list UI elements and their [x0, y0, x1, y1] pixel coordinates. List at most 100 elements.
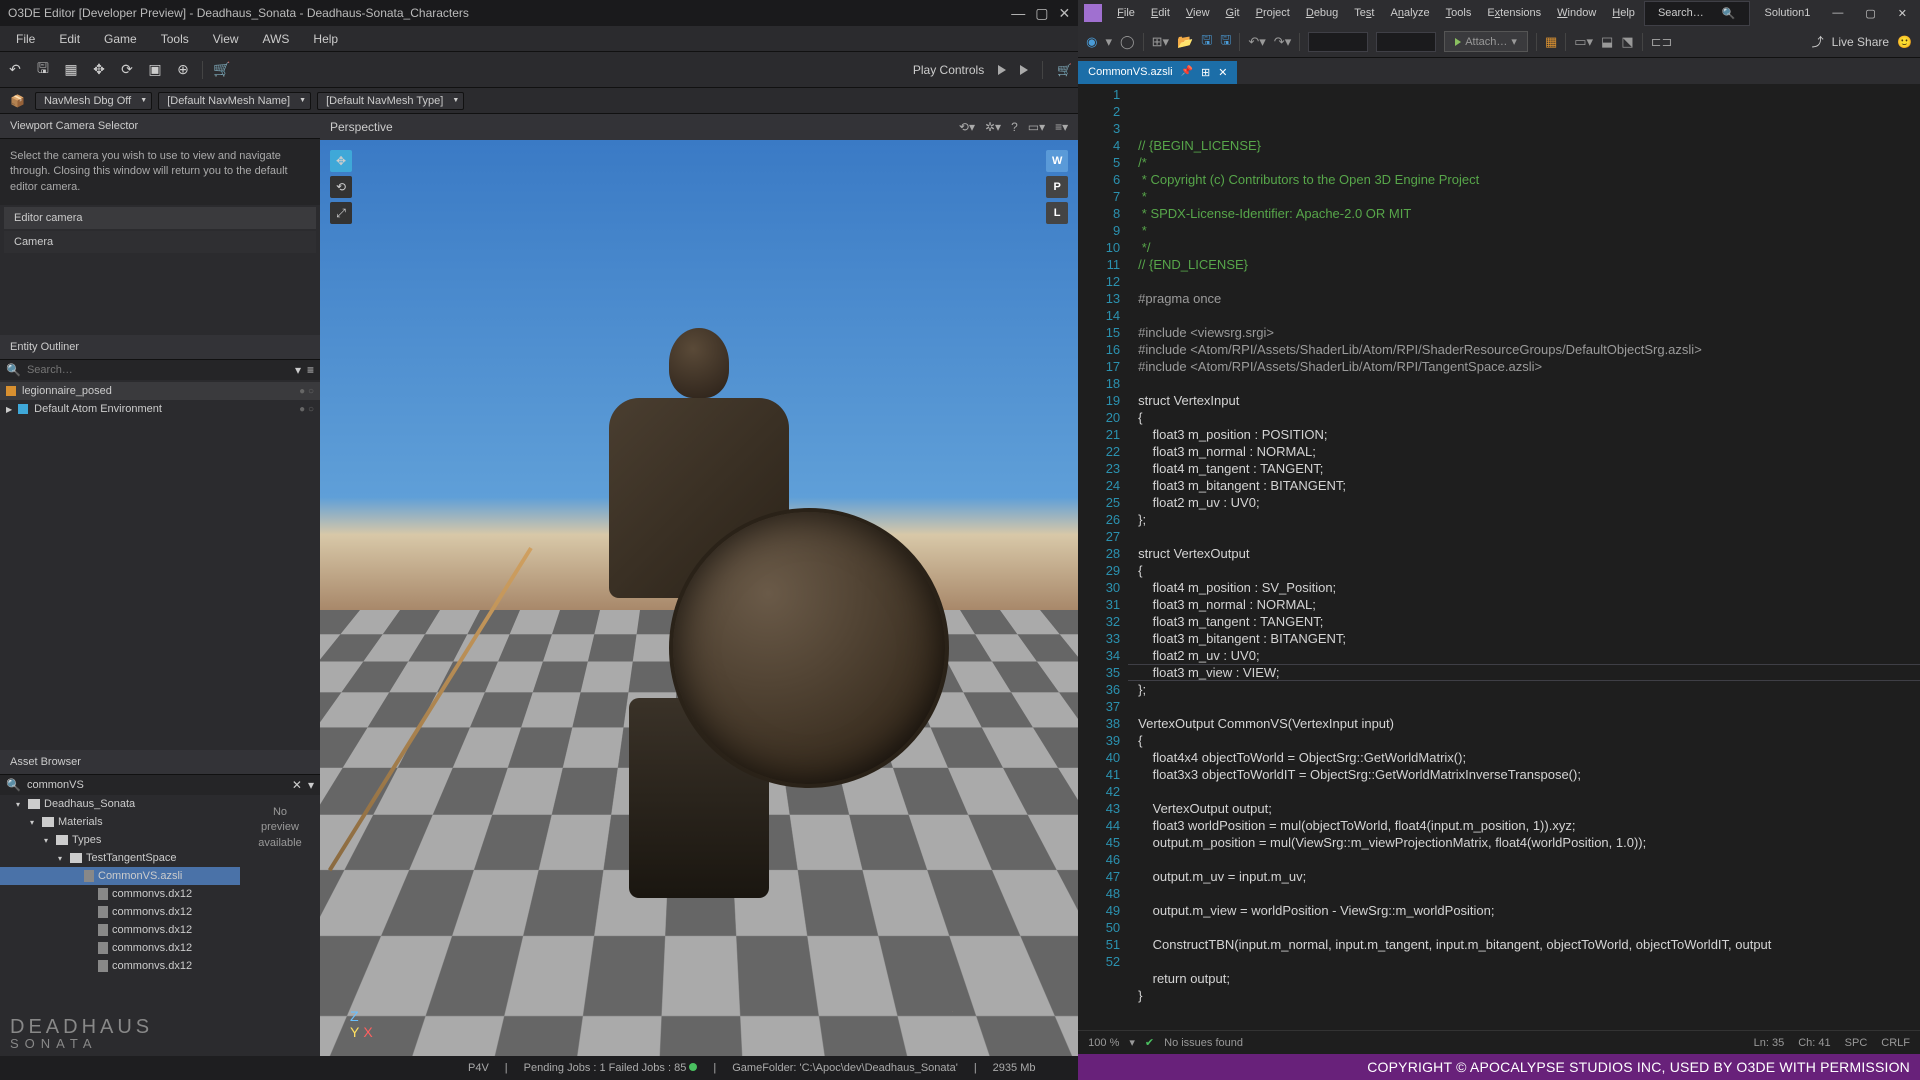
- asset-search-input[interactable]: [27, 779, 286, 791]
- select-icon[interactable]: ▦: [62, 61, 80, 79]
- vs-search[interactable]: Search…🔍: [1644, 1, 1750, 26]
- vs-menu-project[interactable]: Project: [1249, 4, 1297, 22]
- vs-menu-debug[interactable]: Debug: [1299, 4, 1345, 22]
- move-icon[interactable]: ✥: [90, 61, 108, 79]
- asset-tree-row[interactable]: commonvs.dx12: [0, 921, 240, 939]
- vs-editor[interactable]: 1234567891011121314151617181920212223242…: [1078, 84, 1920, 1030]
- camera-icon[interactable]: ⟲▾: [959, 120, 975, 134]
- scale-toggle[interactable]: ⤢: [330, 202, 352, 224]
- camera-selector-tab[interactable]: Viewport Camera Selector: [0, 114, 320, 139]
- camera-item-editor[interactable]: Editor camera: [4, 207, 316, 229]
- menu-aws[interactable]: AWS: [253, 28, 300, 50]
- play-next-button[interactable]: [1020, 65, 1028, 75]
- vs-menu-edit[interactable]: Edit: [1144, 4, 1177, 22]
- asset-tree-row[interactable]: commonvs.dx12: [0, 903, 240, 921]
- attach-button[interactable]: Attach…▾: [1444, 31, 1528, 52]
- tb-icon2[interactable]: ▭▾: [1574, 34, 1593, 50]
- tb-icon3[interactable]: ⬓: [1601, 34, 1613, 50]
- vs-menu-extensions[interactable]: Extensions: [1480, 4, 1548, 22]
- vs-minimize-icon[interactable]: —: [1825, 4, 1850, 23]
- platform-dropdown[interactable]: [1376, 32, 1436, 52]
- tb-icon4[interactable]: ⬔: [1621, 34, 1633, 50]
- asset-tree-row[interactable]: commonvs.dx12: [0, 939, 240, 957]
- menu-view[interactable]: View: [203, 28, 249, 50]
- vs-menu-view[interactable]: View: [1179, 4, 1217, 22]
- vs-close-icon[interactable]: ✕: [1891, 4, 1914, 23]
- play-button[interactable]: [998, 65, 1006, 75]
- config-dropdown[interactable]: [1308, 32, 1368, 52]
- vs-menu-file[interactable]: File: [1110, 4, 1142, 22]
- outliner-item-legionnaire[interactable]: legionnaire_posed ● ○: [0, 382, 320, 400]
- menu-edit[interactable]: Edit: [49, 28, 90, 50]
- menu-file[interactable]: File: [6, 28, 45, 50]
- close-icon[interactable]: ✕: [1058, 5, 1070, 22]
- solution-label[interactable]: Solution1: [1758, 4, 1818, 22]
- live-share-label[interactable]: Live Share: [1832, 35, 1889, 49]
- tab-extra-icon[interactable]: ⊞: [1201, 66, 1210, 79]
- filter-icon[interactable]: ▾: [308, 778, 314, 792]
- file-tab[interactable]: CommonVS.azsli 📌 ⊞ ✕: [1078, 61, 1237, 84]
- help-icon[interactable]: ?: [1011, 120, 1018, 134]
- zoom-label[interactable]: 100 %: [1088, 1037, 1119, 1049]
- rotate-icon[interactable]: ⟳: [118, 61, 136, 79]
- undo-icon[interactable]: ↶▾: [1248, 34, 1265, 50]
- outliner-search-input[interactable]: [27, 364, 289, 376]
- rotate-toggle[interactable]: ⟲: [330, 176, 352, 198]
- tb-icon1[interactable]: ▦: [1545, 34, 1557, 50]
- outliner-item-environment[interactable]: ▶ Default Atom Environment ● ○: [0, 400, 320, 418]
- asset-tree-row[interactable]: ▾TestTangentSpace: [0, 849, 240, 867]
- live-share-icon[interactable]: ⤴: [1812, 33, 1824, 50]
- globe-icon[interactable]: ⊕: [174, 61, 192, 79]
- vs-menu-help[interactable]: Help: [1605, 4, 1642, 22]
- clear-icon[interactable]: ✕: [292, 778, 302, 792]
- asset-browser-tab[interactable]: Asset Browser: [0, 750, 320, 775]
- viewport-canvas[interactable]: ✥ ⟲ ⤢ W P L Z YX: [320, 140, 1078, 1080]
- axis-l-button[interactable]: L: [1046, 202, 1068, 224]
- visibility-icon[interactable]: ● ○: [299, 404, 314, 415]
- display-icon[interactable]: ▭▾: [1028, 120, 1045, 134]
- feedback-icon[interactable]: 🙂: [1897, 35, 1912, 49]
- vs-maximize-icon[interactable]: ▢: [1858, 4, 1882, 23]
- tb-icon5[interactable]: ⊏⊐: [1651, 34, 1673, 50]
- new-icon[interactable]: ⊞▾: [1152, 34, 1169, 50]
- asset-tree-row[interactable]: ▾Deadhaus_Sonata: [0, 795, 240, 813]
- snap-toggle[interactable]: ✥: [330, 150, 352, 172]
- asset-tree-row[interactable]: ▾Materials: [0, 813, 240, 831]
- open-icon[interactable]: 📂: [1177, 34, 1193, 50]
- cart-icon[interactable]: 🛒: [213, 61, 231, 79]
- pin-icon[interactable]: 📌: [1181, 66, 1193, 79]
- redo-icon[interactable]: ↷▾: [1274, 34, 1291, 50]
- filter-icon[interactable]: ▾: [295, 363, 301, 377]
- save-all-icon[interactable]: 🖫: [1220, 31, 1231, 53]
- navmesh-type-dropdown[interactable]: [Default NavMesh Type]: [317, 92, 464, 110]
- vs-menu-window[interactable]: Window: [1550, 4, 1603, 22]
- gear-icon[interactable]: ✲▾: [985, 120, 1001, 134]
- sort-icon[interactable]: ≡: [307, 363, 314, 377]
- vs-menu-tools[interactable]: Tools: [1439, 4, 1479, 22]
- menu-help[interactable]: Help: [303, 28, 348, 50]
- maximize-icon[interactable]: ▢: [1035, 5, 1048, 22]
- menu-icon[interactable]: ≡▾: [1055, 120, 1068, 134]
- navmesh-dbg-dropdown[interactable]: NavMesh Dbg Off: [35, 92, 152, 110]
- scale-icon[interactable]: ▣: [146, 61, 164, 79]
- asset-tree-row[interactable]: commonvs.dx12: [0, 957, 240, 975]
- nav-back-icon[interactable]: ◉: [1086, 34, 1097, 50]
- camera-item-camera[interactable]: Camera: [4, 231, 316, 253]
- menu-game[interactable]: Game: [94, 28, 147, 50]
- save-icon[interactable]: 🖫: [1201, 31, 1212, 53]
- save-icon[interactable]: 🖫: [34, 61, 52, 79]
- minimize-icon[interactable]: —: [1011, 5, 1025, 22]
- asset-tree-row[interactable]: ▾Types: [0, 831, 240, 849]
- nav-fwd-icon[interactable]: ◯: [1120, 34, 1135, 50]
- tab-close-icon[interactable]: ✕: [1218, 66, 1227, 79]
- menu-tools[interactable]: Tools: [151, 28, 199, 50]
- vs-menu-git[interactable]: Git: [1219, 4, 1247, 22]
- dropdown-icon[interactable]: 📦: [6, 94, 29, 108]
- vs-menu-test[interactable]: Test: [1347, 4, 1381, 22]
- undo-icon[interactable]: ↶: [6, 61, 24, 79]
- cart2-icon[interactable]: 🛒: [1057, 63, 1072, 77]
- entity-outliner-tab[interactable]: Entity Outliner: [0, 335, 320, 360]
- expand-icon[interactable]: ▶: [6, 405, 12, 414]
- vs-menu-analyze[interactable]: Analyze: [1383, 4, 1436, 22]
- code-area[interactable]: // {BEGIN_LICENSE}/* * Copyright (c) Con…: [1128, 84, 1920, 1030]
